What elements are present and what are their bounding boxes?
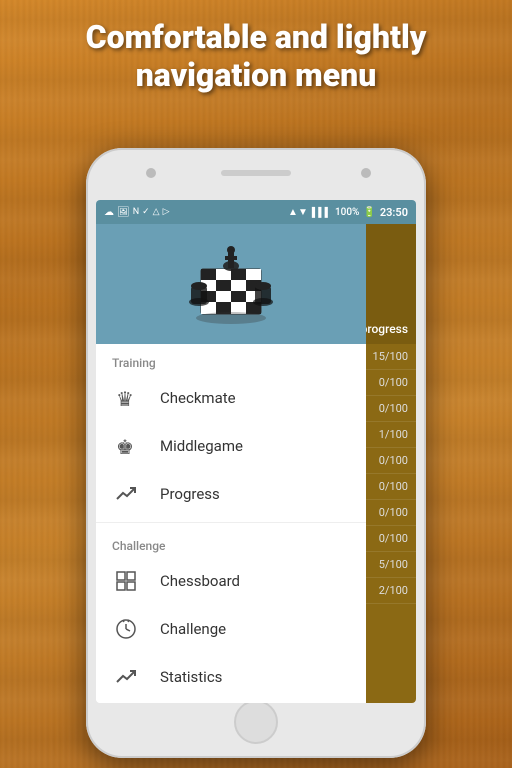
menu-item-progress[interactable]: Progress — [96, 470, 366, 518]
chessboard-label: Chessboard — [160, 572, 240, 590]
heading-line1: Comfortable and lightly — [86, 18, 427, 56]
menu-item-chessboard[interactable]: Chessboard — [96, 557, 366, 605]
phone-camera-left — [146, 168, 156, 178]
check-icon: ✓ — [142, 207, 150, 217]
network-icon: ▌▌▌ — [312, 207, 331, 218]
menu-item-challenge[interactable]: Challenge — [96, 605, 366, 653]
drawer-header — [96, 224, 366, 344]
svg-text:♛: ♛ — [116, 387, 134, 410]
warning-icon: △ — [153, 207, 160, 217]
status-bar: ☁ 🖼 N ✓ △ ▷ ▲▼ ▌▌▌ 100% 🔋 23:50 — [96, 200, 416, 224]
progress-label: Progress — [160, 485, 220, 503]
phone-frame: ☁ 🖼 N ✓ △ ▷ ▲▼ ▌▌▌ 100% 🔋 23:50 🛒 — [86, 148, 426, 758]
grid-icon — [112, 567, 140, 595]
queen-icon: ♛ — [112, 384, 140, 412]
wifi-icon: ▲▼ — [288, 207, 308, 218]
svg-text:♚: ♚ — [116, 435, 134, 458]
challenge-label: Challenge — [160, 620, 226, 638]
nav-drawer: Training ♛ Checkmate ♚ Middlegame — [96, 224, 366, 703]
clock-icon — [112, 615, 140, 643]
section-training: Training — [96, 344, 366, 374]
play-icon: ▷ — [163, 207, 170, 217]
section-challenge: Challenge — [96, 527, 366, 557]
signal-icon: N — [133, 207, 139, 217]
status-right: ▲▼ ▌▌▌ 100% 🔋 23:50 — [288, 206, 408, 219]
section-divider — [96, 522, 366, 523]
crown-icon: ♚ — [112, 432, 140, 460]
top-heading: Comfortable and lightly navigation menu — [0, 18, 512, 95]
phone-speaker — [221, 170, 291, 176]
phone-camera-right — [361, 168, 371, 178]
drawer-chess-logo — [171, 234, 291, 334]
progress-title: progress — [361, 322, 408, 336]
checkmate-label: Checkmate — [160, 389, 236, 407]
heading-line2: navigation menu — [136, 56, 377, 94]
phone-home-button[interactable] — [234, 700, 278, 744]
menu-item-middlegame[interactable]: ♚ Middlegame — [96, 422, 366, 470]
statistics-trend-icon — [112, 663, 140, 691]
battery-icon: 🔋 — [363, 207, 375, 218]
menu-item-statistics[interactable]: Statistics — [96, 653, 366, 701]
cloud-icon: ☁ — [104, 207, 114, 218]
trend-up-icon — [112, 480, 140, 508]
image-icon: 🖼 — [117, 207, 130, 218]
menu-item-checkmate[interactable]: ♛ Checkmate — [96, 374, 366, 422]
battery-percent: 100% — [335, 207, 359, 218]
phone-screen: ☁ 🖼 N ✓ △ ▷ ▲▼ ▌▌▌ 100% 🔋 23:50 🛒 — [96, 200, 416, 703]
middlegame-label: Middlegame — [160, 437, 243, 455]
statistics-label: Statistics — [160, 668, 222, 686]
time-display: 23:50 — [380, 206, 408, 219]
status-icons-left: ☁ 🖼 N ✓ △ ▷ — [104, 207, 170, 218]
